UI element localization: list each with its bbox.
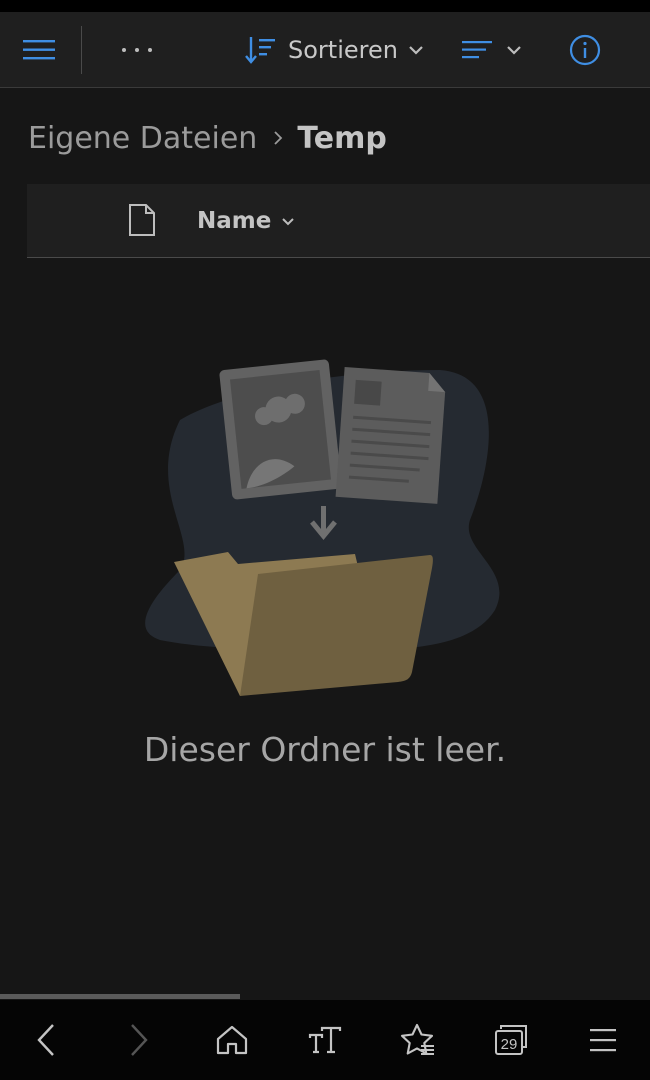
sort-descending-icon bbox=[245, 37, 275, 64]
back-button[interactable] bbox=[18, 1012, 74, 1068]
info-button[interactable] bbox=[566, 31, 604, 69]
view-lines-icon bbox=[462, 41, 492, 59]
tab-count: 29 bbox=[500, 1036, 517, 1053]
chevron-down-icon bbox=[409, 46, 423, 55]
text-size-button[interactable] bbox=[297, 1012, 353, 1068]
sort-label: Sortieren bbox=[288, 36, 398, 64]
chevron-right-icon bbox=[273, 130, 283, 146]
column-header-name[interactable]: Name bbox=[197, 202, 295, 240]
home-button[interactable] bbox=[204, 1012, 260, 1068]
forward-button[interactable] bbox=[111, 1012, 167, 1068]
text-size-icon bbox=[308, 1026, 342, 1054]
bottom-navigation-bar: 29 bbox=[0, 1000, 650, 1080]
breadcrumb-root[interactable]: Eigene Dateien bbox=[28, 121, 257, 156]
chevron-down-icon bbox=[507, 46, 521, 55]
browser-menu-button[interactable] bbox=[575, 1012, 631, 1068]
info-icon bbox=[569, 34, 601, 66]
empty-folder-illustration bbox=[140, 350, 510, 704]
file-type-icon[interactable] bbox=[128, 203, 156, 241]
more-options-button[interactable] bbox=[112, 32, 162, 68]
forward-icon bbox=[131, 1024, 148, 1056]
sort-button[interactable]: Sortieren bbox=[244, 30, 434, 70]
favorites-icon bbox=[400, 1023, 434, 1055]
toolbar: Sortieren bbox=[0, 12, 650, 88]
toolbar-divider bbox=[81, 26, 82, 74]
view-options-button[interactable] bbox=[462, 32, 532, 68]
more-horizontal-icon bbox=[122, 48, 152, 52]
horizontal-scrollbar[interactable] bbox=[0, 994, 240, 999]
home-icon bbox=[217, 1025, 248, 1055]
menu-icon bbox=[590, 1029, 617, 1052]
chevron-down-icon bbox=[282, 217, 295, 225]
menu-button[interactable] bbox=[18, 32, 62, 68]
column-name-label: Name bbox=[197, 208, 272, 234]
tabs-icon: 29 bbox=[494, 1025, 527, 1055]
back-icon bbox=[37, 1024, 55, 1056]
breadcrumb: Eigene Dateien Temp bbox=[28, 116, 387, 160]
list-header: Name bbox=[27, 184, 650, 258]
favorites-button[interactable] bbox=[390, 1012, 446, 1068]
hamburger-menu-icon bbox=[23, 40, 55, 60]
empty-folder-message: Dieser Ordner ist leer. bbox=[143, 730, 507, 769]
breadcrumb-current: Temp bbox=[297, 120, 387, 156]
app-screen: Sortieren Eigene Dateien Temp Name Diese… bbox=[0, 0, 650, 1080]
tabs-button[interactable]: 29 bbox=[483, 1012, 539, 1068]
status-bar bbox=[0, 0, 650, 12]
